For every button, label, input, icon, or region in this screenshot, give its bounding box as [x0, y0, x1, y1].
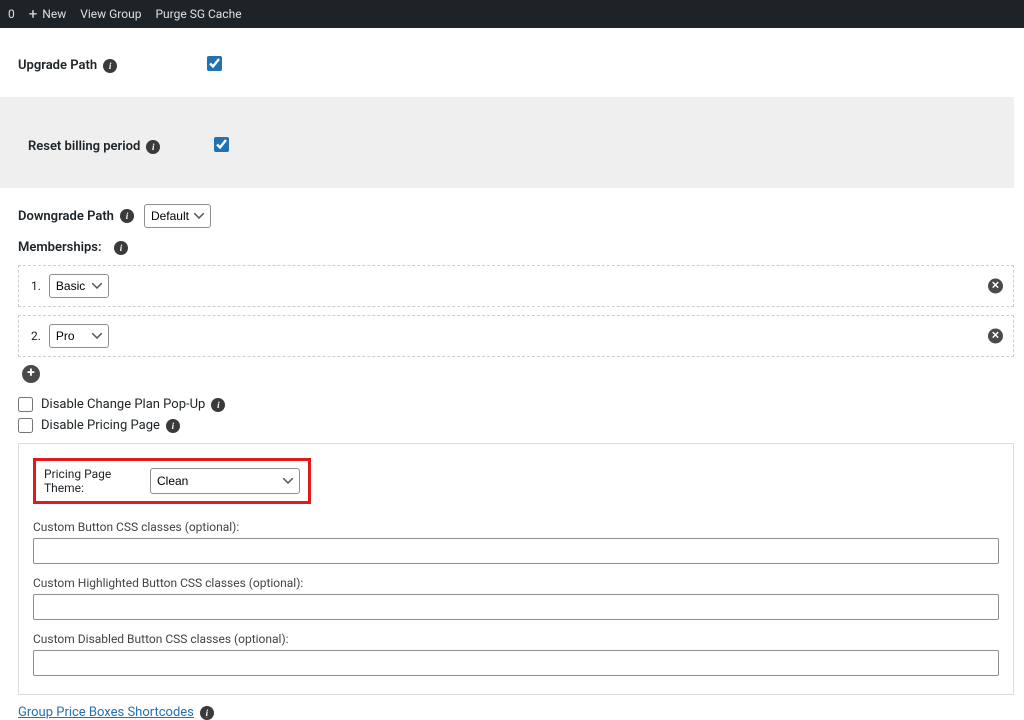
- info-icon[interactable]: i: [114, 241, 128, 255]
- info-icon[interactable]: i: [166, 419, 180, 433]
- info-icon[interactable]: i: [146, 140, 160, 154]
- membership-index: 1.: [31, 279, 41, 293]
- disable-popup-label: Disable Change Plan Pop-Up: [41, 397, 205, 412]
- upgrade-path-checkbox[interactable]: [207, 56, 222, 71]
- css-highlighted-input[interactable]: [33, 594, 999, 620]
- info-icon[interactable]: i: [200, 706, 214, 720]
- disable-pricing-row: Disable Pricing Page i: [18, 418, 1024, 433]
- reset-billing-block: Reset billing period i: [0, 97, 1014, 188]
- admin-bar-view-group[interactable]: View Group: [80, 7, 141, 21]
- membership-select-2[interactable]: Pro: [49, 324, 109, 348]
- css-button-block: Custom Button CSS classes (optional):: [33, 520, 999, 564]
- reset-billing-label: Reset billing period: [28, 139, 140, 154]
- admin-bar-purge[interactable]: Purge SG Cache: [155, 7, 241, 21]
- info-icon[interactable]: i: [211, 398, 225, 412]
- css-highlighted-label: Custom Highlighted Button CSS classes (o…: [33, 576, 999, 590]
- css-highlighted-block: Custom Highlighted Button CSS classes (o…: [33, 576, 999, 620]
- upgrade-path-row: Upgrade Path i: [18, 38, 1024, 85]
- css-button-input[interactable]: [33, 538, 999, 564]
- add-membership-button[interactable]: +: [22, 365, 40, 383]
- shortcodes-link[interactable]: Group Price Boxes Shortcodes i: [18, 705, 214, 720]
- admin-bar-new-label: New: [42, 7, 66, 21]
- disable-popup-row: Disable Change Plan Pop-Up i: [18, 397, 1024, 412]
- memberships-label: Memberships:: [18, 240, 102, 255]
- reset-billing-checkbox[interactable]: [214, 137, 229, 152]
- admin-bar-new[interactable]: + New: [29, 7, 66, 22]
- memberships-heading: Memberships: i: [18, 240, 1024, 255]
- disable-popup-checkbox[interactable]: [18, 397, 33, 412]
- info-icon[interactable]: i: [120, 209, 134, 223]
- membership-select-1[interactable]: Basic: [49, 274, 109, 298]
- upgrade-path-label: Upgrade Path: [18, 58, 97, 73]
- css-section: Pricing Page Theme: Clean Custom Button …: [18, 443, 1014, 695]
- membership-row: 2. Pro ✕: [18, 315, 1014, 357]
- pricing-theme-select[interactable]: Clean: [150, 468, 300, 494]
- css-disabled-block: Custom Disabled Button CSS classes (opti…: [33, 632, 999, 676]
- remove-membership-button[interactable]: ✕: [988, 279, 1003, 294]
- page-content: Upgrade Path i Reset billing period i Do…: [0, 28, 1024, 720]
- css-disabled-label: Custom Disabled Button CSS classes (opti…: [33, 632, 999, 646]
- css-disabled-input[interactable]: [33, 650, 999, 676]
- disable-pricing-checkbox[interactable]: [18, 418, 33, 433]
- shortcodes-link-label: Group Price Boxes Shortcodes: [18, 705, 194, 720]
- css-button-label: Custom Button CSS classes (optional):: [33, 520, 999, 534]
- admin-bar: 0 + New View Group Purge SG Cache: [0, 0, 1024, 28]
- admin-bar-comments[interactable]: 0: [8, 7, 15, 21]
- admin-bar-purge-label: Purge SG Cache: [155, 7, 241, 21]
- downgrade-path-select[interactable]: Default: [144, 204, 211, 228]
- downgrade-path-row: Downgrade Path i Default: [18, 204, 1024, 228]
- pricing-theme-label: Pricing Page Theme:: [44, 467, 144, 495]
- downgrade-path-label: Downgrade Path: [18, 209, 114, 224]
- remove-membership-button[interactable]: ✕: [988, 329, 1003, 344]
- disable-pricing-label: Disable Pricing Page: [41, 418, 160, 433]
- admin-bar-view-group-label: View Group: [80, 7, 141, 21]
- membership-row: 1. Basic ✕: [18, 265, 1014, 307]
- info-icon[interactable]: i: [103, 59, 117, 73]
- plus-icon: +: [29, 7, 38, 22]
- comments-count: 0: [8, 7, 15, 21]
- membership-index: 2.: [31, 329, 41, 343]
- pricing-theme-highlight: Pricing Page Theme: Clean: [33, 458, 311, 504]
